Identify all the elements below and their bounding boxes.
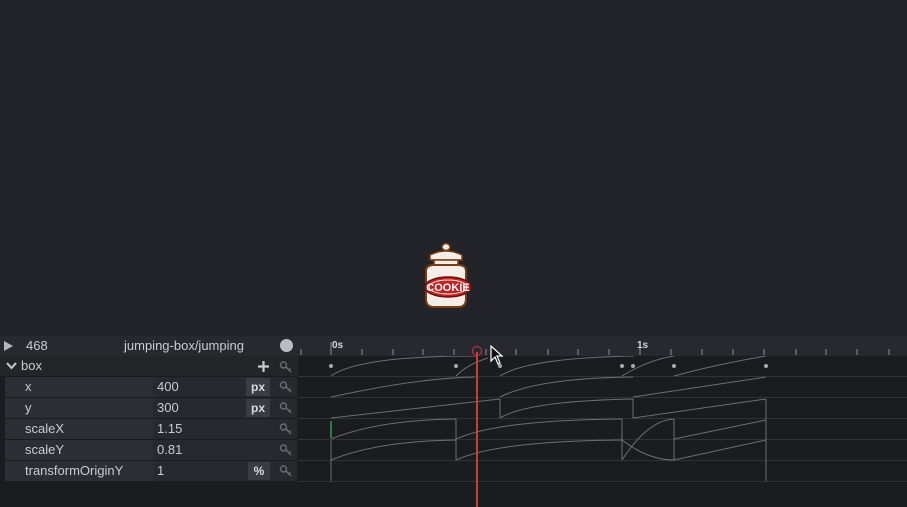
- unit-button[interactable]: px: [246, 399, 270, 417]
- cookie-logo-text: COOKIE: [426, 282, 469, 294]
- key-icon[interactable]: [279, 422, 293, 436]
- ruler-label-1: 1s: [637, 340, 649, 351]
- key-icon[interactable]: [279, 360, 293, 374]
- unit-button[interactable]: %: [248, 462, 270, 480]
- property-name: x: [25, 379, 32, 394]
- cookie-jar-logo: COOKIE: [424, 242, 472, 308]
- track-scaley[interactable]: [330, 439, 767, 461]
- track-x[interactable]: [330, 376, 767, 398]
- key-icon[interactable]: [279, 464, 293, 478]
- property-value-input[interactable]: 300: [157, 398, 179, 418]
- ruler-label-0: 0s: [332, 340, 344, 351]
- property-name: transformOriginY: [25, 463, 124, 478]
- property-name: y: [25, 400, 32, 415]
- sequence-name: jumping-box/jumping: [124, 338, 244, 353]
- key-icon[interactable]: [279, 443, 293, 457]
- property-name: scaleY: [25, 442, 65, 457]
- property-name: scaleX: [25, 421, 65, 436]
- chevron-down-icon[interactable]: [6, 362, 17, 370]
- key-icon[interactable]: [279, 380, 293, 394]
- object-name: box: [21, 358, 42, 373]
- timeline-panel: 468 jumping-box/jumping box x 400 px y 3…: [0, 336, 907, 507]
- play-icon[interactable]: [4, 341, 13, 351]
- frame-counter[interactable]: 468: [26, 336, 48, 356]
- keyframe-tracks[interactable]: [298, 356, 907, 507]
- property-value-input[interactable]: 400: [157, 377, 179, 397]
- property-value-input[interactable]: 1: [157, 461, 164, 481]
- unit-button[interactable]: px: [246, 378, 270, 396]
- preview-stage: COOKIE: [0, 0, 907, 336]
- playhead-handle[interactable]: [472, 346, 482, 356]
- key-icon[interactable]: [279, 401, 293, 415]
- time-ruler[interactable]: 0s 1s: [298, 336, 907, 358]
- property-value-input[interactable]: 0.81: [157, 440, 182, 460]
- summary-keyframes[interactable]: [329, 364, 768, 368]
- property-value-input[interactable]: 1.15: [157, 419, 182, 439]
- record-icon[interactable]: [280, 339, 293, 352]
- plus-icon[interactable]: [258, 361, 269, 372]
- object-row[interactable]: box: [0, 356, 298, 376]
- playhead[interactable]: [476, 352, 478, 507]
- mouse-cursor-icon: [490, 345, 504, 365]
